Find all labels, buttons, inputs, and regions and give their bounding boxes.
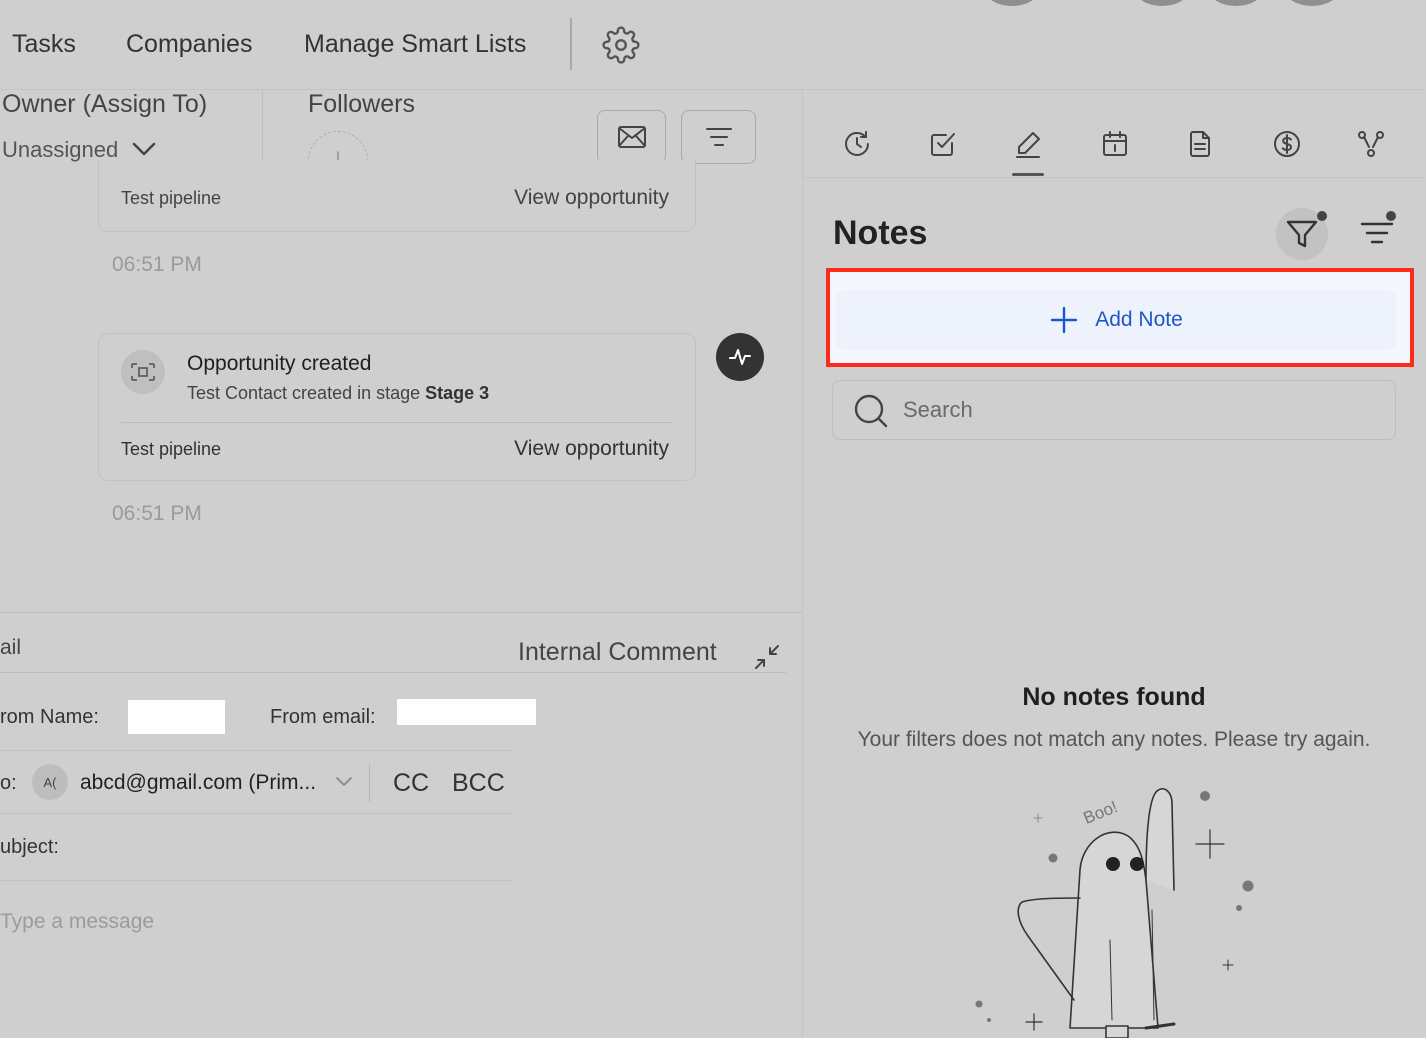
page-title: Notes <box>833 214 928 252</box>
search-field[interactable] <box>832 380 1396 440</box>
empty-state-subtitle: Your filters does not match any notes. P… <box>857 728 1371 751</box>
from-name-label: rom Name: <box>0 706 99 728</box>
nav-avatar[interactable] <box>984 0 1040 6</box>
add-note-label: Add Note <box>1095 308 1183 331</box>
email-filter-button[interactable] <box>597 110 666 164</box>
composer-row-divider <box>0 750 512 751</box>
filter-lines-icon <box>705 128 732 146</box>
to-label: o: <box>0 772 17 794</box>
cc-button[interactable]: CC <box>393 769 429 798</box>
view-opportunity-link[interactable]: View opportunity <box>514 186 669 210</box>
search-icon <box>854 394 888 428</box>
bcc-button[interactable]: BCC <box>452 769 505 798</box>
nav-avatar[interactable] <box>1208 0 1264 6</box>
nav-tasks[interactable]: Tasks <box>12 30 76 59</box>
gear-icon[interactable] <box>602 26 640 64</box>
tab-internal-comment[interactable]: Internal Comment <box>518 638 717 667</box>
sort-icon <box>1360 222 1394 244</box>
subject-label: ubject: <box>0 836 59 858</box>
card-pipeline: Test pipeline <box>121 188 222 208</box>
nav-avatar[interactable] <box>1134 0 1190 6</box>
calendar-icon[interactable] <box>1098 124 1132 164</box>
sort-badge <box>1386 211 1396 221</box>
message-input[interactable]: Type a message <box>0 910 154 934</box>
timeline-card: Opportunity created Test Contact created… <box>98 333 696 481</box>
sort-button[interactable] <box>681 110 756 164</box>
chevron-down-icon[interactable] <box>130 138 158 160</box>
empty-state-title: No notes found <box>1022 683 1206 711</box>
composer-divider <box>0 612 802 613</box>
owner-label: Owner (Assign To) <box>2 90 208 118</box>
ghost-illustration: Boo! <box>975 788 1254 1038</box>
card-stage: Stage 3 <box>425 383 490 403</box>
boo-text: Boo! <box>1081 797 1121 828</box>
card-subtitle-text: Test Contact created in stage <box>187 383 426 403</box>
tab-email[interactable]: ail <box>0 636 21 660</box>
top-nav: Tasks Companies Manage Smart Lists <box>0 0 1426 90</box>
nav-divider <box>570 18 572 70</box>
timeline-time: 06:51 PM <box>112 253 202 276</box>
chevron-down-icon[interactable] <box>334 774 354 790</box>
timeline-time: 06:51 PM <box>112 502 202 525</box>
to-divider <box>369 764 370 802</box>
nav-avatar[interactable] <box>1284 0 1340 6</box>
note-icon[interactable] <box>1011 124 1045 164</box>
followers-label: Followers <box>308 90 415 118</box>
tabs-divider <box>802 177 1426 178</box>
from-email-label: From email: <box>270 706 376 728</box>
composer-row-divider <box>0 880 512 881</box>
composer-row-divider <box>0 813 512 814</box>
active-tab-indicator <box>1012 173 1044 176</box>
from-email-field[interactable] <box>397 699 536 725</box>
filter-badge <box>1317 211 1327 221</box>
mail-icon <box>617 126 646 148</box>
payment-icon[interactable] <box>1270 124 1304 164</box>
collapse-icon[interactable] <box>752 642 782 672</box>
activity-history-icon[interactable] <box>840 124 874 164</box>
card-pipeline: Test pipeline <box>121 439 222 459</box>
filter-icon <box>1286 220 1318 248</box>
to-recipient-select[interactable]: abcd@gmail.com (Prim... <box>80 771 316 795</box>
view-opportunity-link[interactable]: View opportunity <box>514 437 669 461</box>
task-icon[interactable] <box>926 124 960 164</box>
add-note-button[interactable]: Add Note <box>836 290 1396 350</box>
workflow-icon[interactable] <box>1354 124 1388 164</box>
activity-icon <box>716 333 764 381</box>
avatar: A( <box>32 764 68 800</box>
plus-icon <box>1051 306 1078 334</box>
opportunity-icon <box>121 350 165 394</box>
card-title: Opportunity created <box>187 352 372 375</box>
document-icon[interactable] <box>1183 124 1217 164</box>
timeline-card: Test pipeline View opportunity <box>98 160 696 232</box>
from-name-field[interactable] <box>128 700 225 734</box>
search-input[interactable] <box>903 389 1373 431</box>
card-subtitle: Test Contact created in stage Stage 3 <box>187 383 489 404</box>
nav-companies[interactable]: Companies <box>126 30 252 59</box>
card-divider <box>121 422 673 423</box>
nav-manage-smart-lists[interactable]: Manage Smart Lists <box>304 30 526 59</box>
composer-tab-divider <box>0 672 786 673</box>
